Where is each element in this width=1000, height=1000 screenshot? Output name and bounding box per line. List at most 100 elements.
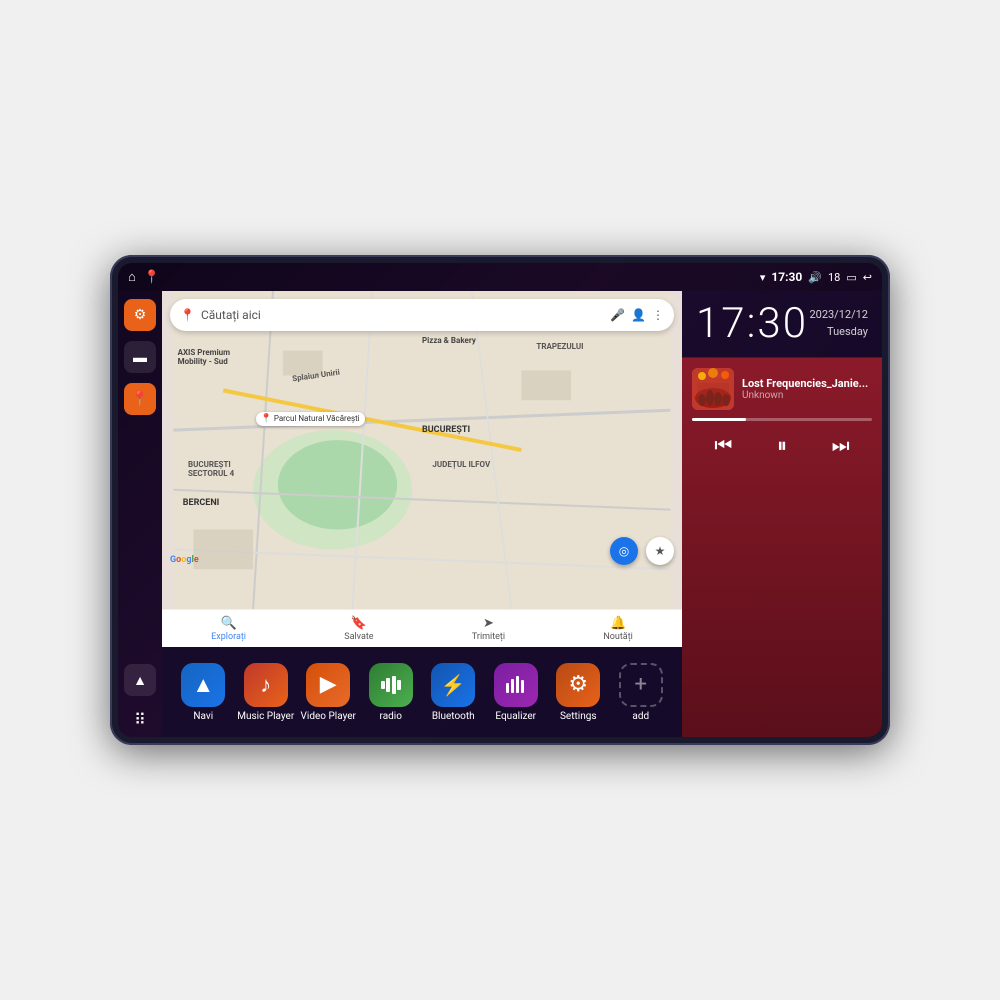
settings-label: Settings [560, 711, 597, 722]
app-navi[interactable]: ▲ Navi [172, 663, 235, 722]
map-location-btn[interactable]: ◎ [610, 537, 638, 565]
add-label: add [632, 711, 649, 722]
music-section: Lost Frequencies_Janie... Unknown ⏮ ⏸ ⏭ [682, 358, 882, 737]
settings-app-icon: ⚙ [556, 663, 600, 707]
map-label-pizza: Pizza & Bakery [422, 336, 476, 345]
navigation-icon: ▲ [133, 672, 147, 689]
account-icon[interactable]: 👤 [631, 308, 646, 322]
map-pin-icon: 📍 [131, 391, 148, 407]
map-label-trapez: TRAPEZULUI [536, 342, 583, 351]
music-album-art [692, 368, 734, 410]
bluetooth-label: Bluetooth [432, 711, 475, 722]
device-shell: ⌂ 📍 ▾ 17:30 🔊 18 ▭ ↩ ⚙ ▬ [110, 255, 890, 745]
map-label-axis: AXIS PremiumMobility - Sud [178, 348, 231, 366]
maps-sidebar-btn[interactable]: 📍 [124, 383, 156, 415]
nav-sidebar-btn[interactable]: ▲ [124, 664, 156, 696]
music-controls: ⏮ ⏸ ⏭ [692, 429, 872, 461]
app-grid: ▲ Navi ♪ Music Player ▶ [162, 647, 682, 737]
app-video-player[interactable]: ▶ Video Player [297, 663, 360, 722]
map-label-sector4: BUCUREȘTISECTORUL 4 [188, 460, 234, 478]
map-search-bar[interactable]: 📍 Căutați aici 🎤 👤 ⋮ [170, 299, 674, 331]
app-music-player[interactable]: ♪ Music Player [235, 663, 298, 722]
app-radio[interactable]: radio [360, 663, 423, 722]
center-area: AXIS PremiumMobility - Sud Pizza & Baker… [162, 291, 682, 737]
volume-icon: 🔊 [808, 271, 822, 284]
share-label: Trimiteți [472, 632, 505, 642]
mic-icon[interactable]: 🎤 [610, 308, 625, 322]
app-bluetooth[interactable]: ⚡ Bluetooth [422, 663, 485, 722]
star-icon: ★ [655, 544, 666, 558]
explore-label: Explorați [211, 632, 246, 642]
files-icon: ▬ [133, 349, 147, 366]
news-icon: 🔔 [610, 616, 626, 631]
explore-icon: 🔍 [220, 616, 236, 631]
music-info-row: Lost Frequencies_Janie... Unknown [692, 368, 872, 410]
map-label-ilfov: JUDEȚUL ILFOV [432, 460, 490, 469]
map-poi-icon: 📍 [261, 414, 272, 424]
map-label-buc: BUCUREȘTI [422, 425, 470, 435]
add-icon: + [619, 663, 663, 707]
equalizer-icon [494, 663, 538, 707]
status-left: ⌂ 📍 [128, 269, 160, 285]
map-fab[interactable]: ★ [646, 537, 674, 565]
battery-level: 18 [828, 271, 840, 284]
more-icon[interactable]: ⋮ [652, 308, 664, 322]
map-share-btn[interactable]: ➤ Trimiteți [472, 616, 505, 642]
music-text: Lost Frequencies_Janie... Unknown [742, 377, 872, 401]
share-icon: ➤ [483, 616, 494, 631]
bluetooth-icon: ⚡ [431, 663, 475, 707]
battery-icon: ▭ [846, 271, 856, 284]
location-icon: ◎ [619, 544, 629, 558]
music-progress-fill [692, 418, 746, 421]
video-player-label: Video Player [301, 711, 356, 722]
music-title: Lost Frequencies_Janie... [742, 377, 872, 390]
navi-label: Navi [193, 711, 213, 722]
grid-icon: ⠿ [134, 710, 146, 729]
files-sidebar-btn[interactable]: ▬ [124, 341, 156, 373]
maps-status-icon[interactable]: 📍 [144, 270, 160, 285]
grid-apps-btn[interactable]: ⠿ [134, 710, 146, 729]
map-search-text[interactable]: Căutați aici [201, 308, 604, 322]
video-player-icon: ▶ [306, 663, 350, 707]
map-saved-btn[interactable]: 🔖 Salvate [344, 616, 373, 642]
map-poi-parc[interactable]: 📍 Parcul Natural Văcărești [256, 412, 365, 426]
news-label: Noutăți [603, 632, 633, 642]
right-panel: 17:30 2023/12/12 Tuesday [682, 291, 882, 737]
app-add[interactable]: + add [610, 663, 673, 722]
screen: ⌂ 📍 ▾ 17:30 🔊 18 ▭ ↩ ⚙ ▬ [118, 263, 882, 737]
music-player-label: Music Player [237, 711, 294, 722]
music-progress-bar[interactable] [692, 418, 872, 421]
music-artist: Unknown [742, 390, 872, 401]
main-content: ⚙ ▬ 📍 ▲ ⠿ [118, 291, 882, 737]
settings-sidebar-btn[interactable]: ⚙ [124, 299, 156, 331]
music-player-icon: ♪ [244, 663, 288, 707]
map-poi-label: Parcul Natural Văcărești [274, 414, 360, 423]
next-btn[interactable]: ⏭ [824, 429, 858, 461]
pause-btn[interactable]: ⏸ [769, 429, 795, 461]
saved-icon: 🔖 [351, 616, 367, 631]
map-news-btn[interactable]: 🔔 Noutăți [603, 616, 633, 642]
app-settings[interactable]: ⚙ Settings [547, 663, 610, 722]
gear-icon: ⚙ [134, 307, 147, 323]
map-container[interactable]: AXIS PremiumMobility - Sud Pizza & Baker… [162, 291, 682, 609]
back-icon[interactable]: ↩ [863, 271, 872, 284]
radio-icon [369, 663, 413, 707]
navi-icon: ▲ [181, 663, 225, 707]
prev-btn[interactable]: ⏮ [706, 429, 740, 461]
clock-date-value: 2023/12/12 [809, 307, 868, 324]
status-time: 17:30 [771, 270, 802, 284]
app-equalizer[interactable]: Equalizer [485, 663, 548, 722]
home-icon[interactable]: ⌂ [128, 269, 136, 285]
google-logo: Google [170, 555, 199, 565]
saved-label: Salvate [344, 632, 373, 642]
equalizer-label: Equalizer [495, 711, 536, 722]
map-explore-btn[interactable]: 🔍 Explorați [211, 616, 246, 642]
clock-time: 17:30 [696, 303, 808, 345]
status-bar: ⌂ 📍 ▾ 17:30 🔊 18 ▭ ↩ [118, 263, 882, 291]
clock-section: 17:30 2023/12/12 Tuesday [682, 291, 882, 358]
sidebar: ⚙ ▬ 📍 ▲ ⠿ [118, 291, 162, 737]
clock-date: 2023/12/12 Tuesday [809, 307, 868, 340]
radio-label: radio [380, 711, 402, 722]
clock-day: Tuesday [809, 324, 868, 341]
maps-search-icon: 📍 [180, 308, 195, 322]
